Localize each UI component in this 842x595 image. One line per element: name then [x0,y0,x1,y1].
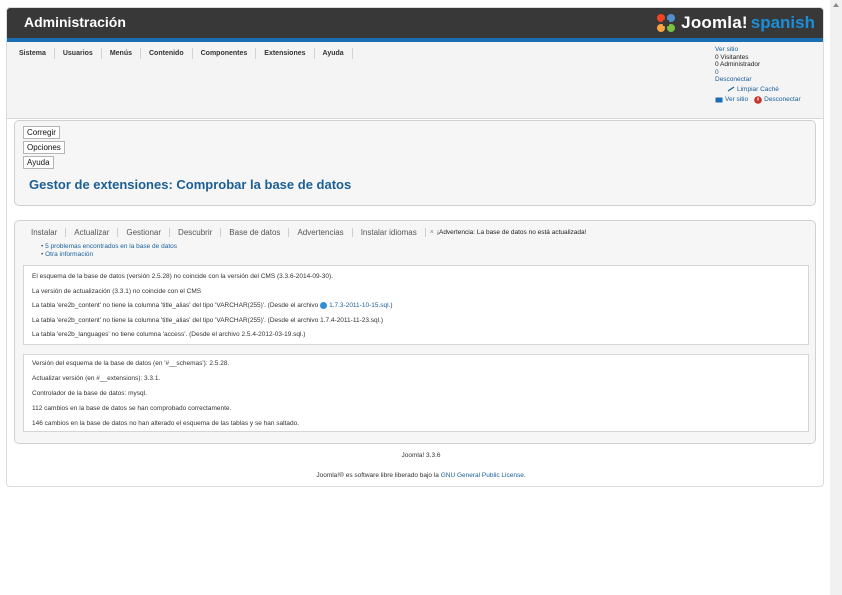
broom-icon [727,86,735,92]
joomla-logo[interactable]: Joomla! spanish [655,11,815,35]
corregir-button[interactable]: Corregir [23,126,60,139]
tab-instalar-idiomas[interactable]: Instalar idiomas [353,228,426,237]
page-scrollbar[interactable] [830,0,842,595]
logo-lang: spanish [750,13,815,32]
menu-item-usuarios[interactable]: Usuarios [55,48,102,59]
status-module: Ver sitio 0 Visitantes 0 Administrador 0… [715,46,823,104]
problem-line: La tabla 'ere2b_content' no tiene la col… [32,317,384,324]
header-bar: Administración Joomla! spanish [7,8,823,42]
menu-item-menus[interactable]: Menús [102,48,141,59]
license-text: Joomla!® es software libre liberado bajo… [316,472,441,479]
info-line: 112 cambios en la base de datos se han c… [32,405,232,412]
info-line: Versión del esquema de la base de datos … [32,360,230,367]
problems-box: El esquema de la base de datos (versión … [23,265,809,345]
warning-text: ¡Advertencia: La base de datos no está a… [436,229,587,236]
view-site-link[interactable]: Ver sitio [715,46,823,54]
info-line: 146 cambios en la base de datos no han a… [32,420,300,427]
problem-line: El esquema de la base de datos (versión … [32,273,333,280]
menu-item-extensiones[interactable]: Extensiones [256,48,315,59]
file-link[interactable]: 1.7.3-2011-10-15.sql [329,302,389,309]
header-title: Administración [24,14,126,30]
tab-instalar[interactable]: Instalar [31,228,67,237]
problems-link[interactable]: 5 problemas encontrados en la base de da… [41,243,177,251]
menu-item-sistema[interactable]: Sistema [11,48,55,59]
admin-frame: Administración Joomla! spanish Sistema U… [6,7,824,487]
license-end: . [523,472,526,479]
extension-tabs: Instalar Actualizar Gestionar Descubrir … [31,228,586,237]
clear-cache-label: Limpiar Caché [737,85,779,93]
view-site-label: Ver sitio [725,96,749,104]
problem-line: La tabla 'ere2b_content' no tiene la col… [32,302,393,309]
info-line: Actualizar versión (en #__extensions): 3… [32,375,161,382]
gpl-link[interactable]: GNU General Public License [441,472,524,479]
monitor-icon [715,97,723,103]
clear-cache-link[interactable]: Limpiar Caché [727,86,823,94]
joomla-mark-icon [657,14,676,32]
tab-advertencias[interactable]: Advertencias [289,228,353,237]
logo-word: Joomla! [681,13,748,32]
messages-count[interactable]: 0 [715,69,823,77]
problem-line: La tabla 'ere2b_languages' no tiene colu… [32,331,306,338]
logout-link-2[interactable]: Desconectar [754,96,801,104]
menu-bar: Sistema Usuarios Menús Contenido Compone… [7,42,823,119]
opciones-button[interactable]: Opciones [23,141,65,154]
warning-message: × ¡Advertencia: La base de datos no está… [430,229,587,236]
info-line: Controlador de la base de datos: mysql. [32,390,147,397]
view-site-link-2[interactable]: Ver sitio [715,96,748,104]
menu-item-componentes[interactable]: Componentes [193,48,257,59]
scroll-up-icon[interactable] [833,3,839,7]
tab-base-de-datos[interactable]: Base de datos [221,228,290,237]
logout-label: Desconectar [764,96,801,104]
problem-text: La tabla 'ere2b_content' no tiene la col… [32,302,321,310]
main-menu: Sistema Usuarios Menús Contenido Compone… [11,48,353,59]
logout-link[interactable]: Desconectar [715,76,823,84]
visitors-count: 0 Visitantes [715,53,749,61]
problem-line: La versión de actualización (3.3.1) no c… [32,288,202,295]
tab-descubrir[interactable]: Descubrir [170,228,222,237]
problem-suffix: .) [388,302,393,310]
other-info-link[interactable]: Otra información [41,251,177,259]
toolbar-panel: Corregir Opciones Ayuda Gestor de extens… [14,120,816,206]
bottom-status-row: Ver sitio Desconectar [715,96,823,104]
ayuda-button[interactable]: Ayuda [23,156,54,169]
tab-actualizar[interactable]: Actualizar [66,228,119,237]
power-icon [754,96,762,104]
footer-version: Joomla! 3.3.6 [401,452,441,459]
info-icon [320,302,328,309]
content-panel: Instalar Actualizar Gestionar Descubrir … [14,220,816,444]
menu-item-contenido[interactable]: Contenido [141,48,193,59]
admins-count: 0 Administrador [715,61,761,68]
warning-close-button[interactable]: × [430,229,434,236]
info-box: Versión del esquema de la base de datos … [23,354,809,432]
menu-item-ayuda[interactable]: Ayuda [315,48,353,59]
tab-gestionar[interactable]: Gestionar [118,228,171,237]
page-title: Gestor de extensiones: Comprobar la base… [29,177,352,192]
footer-license: Joomla!® es software libre liberado bajo… [0,472,842,479]
sub-tabs: 5 problemas encontrados en la base de da… [41,243,177,258]
